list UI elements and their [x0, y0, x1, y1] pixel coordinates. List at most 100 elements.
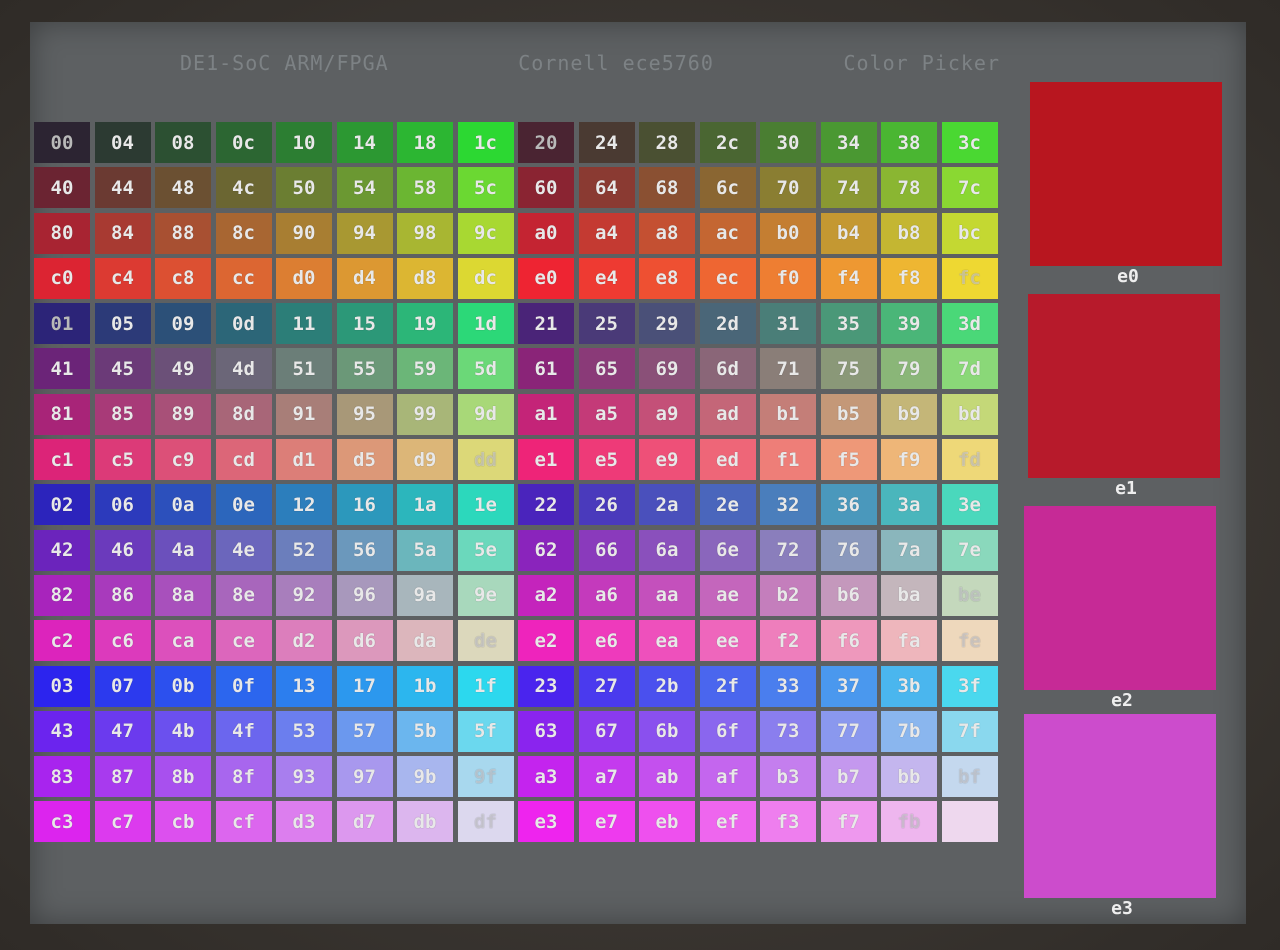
palette-cell[interactable]: 6e	[699, 529, 756, 571]
palette-cell[interactable]: 02	[34, 484, 90, 526]
palette-cell[interactable]: 22	[518, 484, 574, 526]
palette-cell[interactable]: 36	[820, 484, 877, 526]
palette-cell[interactable]: 38	[881, 122, 937, 163]
palette-cell[interactable]: 24	[578, 122, 635, 163]
palette-cell[interactable]: a3	[518, 756, 574, 798]
palette-cell[interactable]: 8b	[155, 756, 211, 798]
palette-cell[interactable]: b5	[820, 393, 877, 435]
palette-cell[interactable]: 7e	[941, 529, 998, 571]
palette-cell[interactable]: fb	[881, 801, 937, 843]
palette-cell[interactable]: a5	[578, 393, 635, 435]
palette-cell[interactable]: 50	[276, 167, 332, 209]
palette-cell[interactable]: c3	[34, 801, 90, 843]
palette-cell[interactable]: 1c	[457, 122, 514, 163]
palette-cell[interactable]: 0c	[215, 122, 272, 163]
palette-cell[interactable]: 6d	[699, 348, 756, 390]
palette-cell[interactable]: e1	[518, 439, 574, 481]
palette-cell[interactable]: 53	[276, 710, 332, 752]
palette-cell[interactable]: 72	[760, 529, 816, 571]
palette-cell[interactable]: 52	[276, 529, 332, 571]
palette-cell[interactable]: 2b	[639, 665, 695, 707]
palette-cell[interactable]: 23	[518, 665, 574, 707]
palette-cell[interactable]: eb	[639, 801, 695, 843]
palette-cell[interactable]: de	[457, 620, 514, 662]
palette-cell[interactable]: 5a	[397, 529, 453, 571]
palette-cell[interactable]: ad	[699, 393, 756, 435]
palette-cell[interactable]: 99	[397, 393, 453, 435]
palette-cell[interactable]: e7	[578, 801, 635, 843]
palette-cell[interactable]: 27	[578, 665, 635, 707]
palette-cell[interactable]: 90	[276, 212, 332, 254]
palette-cell[interactable]: 46	[94, 529, 151, 571]
palette-cell[interactable]: 42	[34, 529, 90, 571]
palette-cell[interactable]: 5d	[457, 348, 514, 390]
palette-cell[interactable]: a6	[578, 574, 635, 616]
palette-cell[interactable]: 10	[276, 122, 332, 163]
palette-cell[interactable]: 56	[336, 529, 393, 571]
palette-cell[interactable]: ce	[215, 620, 272, 662]
palette-cell[interactable]: f1	[760, 439, 816, 481]
palette-cell[interactable]: db	[397, 801, 453, 843]
palette-cell[interactable]: 07	[94, 665, 151, 707]
palette-cell[interactable]: 84	[94, 212, 151, 254]
palette-cell[interactable]: 6c	[699, 167, 756, 209]
palette-cell[interactable]: 9c	[457, 212, 514, 254]
palette-cell[interactable]: 65	[578, 348, 635, 390]
palette-cell[interactable]: 45	[94, 348, 151, 390]
palette-cell[interactable]: d1	[276, 439, 332, 481]
palette-cell[interactable]: e4	[578, 257, 635, 299]
palette-cell[interactable]: d7	[336, 801, 393, 843]
palette-cell[interactable]: c6	[94, 620, 151, 662]
palette-cell[interactable]: d6	[336, 620, 393, 662]
palette-cell[interactable]: 6b	[639, 710, 695, 752]
palette-cell[interactable]: 5e	[457, 529, 514, 571]
palette-cell[interactable]: 67	[578, 710, 635, 752]
palette-cell[interactable]: 3c	[941, 122, 998, 163]
palette-cell[interactable]: b8	[881, 212, 937, 254]
palette-cell[interactable]: 29	[639, 303, 695, 345]
palette-cell[interactable]: 87	[94, 756, 151, 798]
palette-cell[interactable]: 2f	[699, 665, 756, 707]
palette-cell[interactable]: d5	[336, 439, 393, 481]
palette-cell[interactable]: 76	[820, 529, 877, 571]
palette-cell[interactable]: f2	[760, 620, 816, 662]
palette-cell[interactable]: 39	[881, 303, 937, 345]
palette-cell[interactable]: 7d	[941, 348, 998, 390]
palette-cell[interactable]: 81	[34, 393, 90, 435]
palette-cell[interactable]: 04	[94, 122, 151, 163]
palette-cell[interactable]: c0	[34, 257, 90, 299]
palette-cell[interactable]: bf	[941, 756, 998, 798]
palette-cell[interactable]: f6	[820, 620, 877, 662]
palette-cell[interactable]: e0	[518, 257, 574, 299]
palette-cell[interactable]: 0e	[215, 484, 272, 526]
palette-cell[interactable]: ae	[699, 574, 756, 616]
palette-cell[interactable]: 11	[276, 303, 332, 345]
palette-cell[interactable]: f8	[881, 257, 937, 299]
palette-cell[interactable]: d3	[276, 801, 332, 843]
palette-cell[interactable]: af	[699, 756, 756, 798]
palette-cell[interactable]: ea	[639, 620, 695, 662]
palette-cell[interactable]: 08	[155, 122, 211, 163]
palette-cell[interactable]: 54	[336, 167, 393, 209]
palette-cell[interactable]: 1b	[397, 665, 453, 707]
palette-cell[interactable]: 3d	[941, 303, 998, 345]
palette-cell[interactable]: 1e	[457, 484, 514, 526]
palette-cell[interactable]: 4d	[215, 348, 272, 390]
palette-cell[interactable]: 9e	[457, 574, 514, 616]
palette-cell[interactable]: 21	[518, 303, 574, 345]
palette-cell[interactable]: 9a	[397, 574, 453, 616]
palette-cell[interactable]: 96	[336, 574, 393, 616]
palette-cell[interactable]: 75	[820, 348, 877, 390]
palette-cell[interactable]: 88	[155, 212, 211, 254]
palette-cell[interactable]: 2a	[639, 484, 695, 526]
palette-cell[interactable]: a9	[639, 393, 695, 435]
palette-cell[interactable]: 5c	[457, 167, 514, 209]
palette-cell[interactable]: 28	[639, 122, 695, 163]
palette-cell[interactable]: 3e	[941, 484, 998, 526]
palette-cell[interactable]: a2	[518, 574, 574, 616]
palette-cell[interactable]: 79	[881, 348, 937, 390]
palette-cell[interactable]: 91	[276, 393, 332, 435]
palette-cell[interactable]: f5	[820, 439, 877, 481]
palette-cell[interactable]: 6f	[699, 710, 756, 752]
palette-cell[interactable]: 97	[336, 756, 393, 798]
